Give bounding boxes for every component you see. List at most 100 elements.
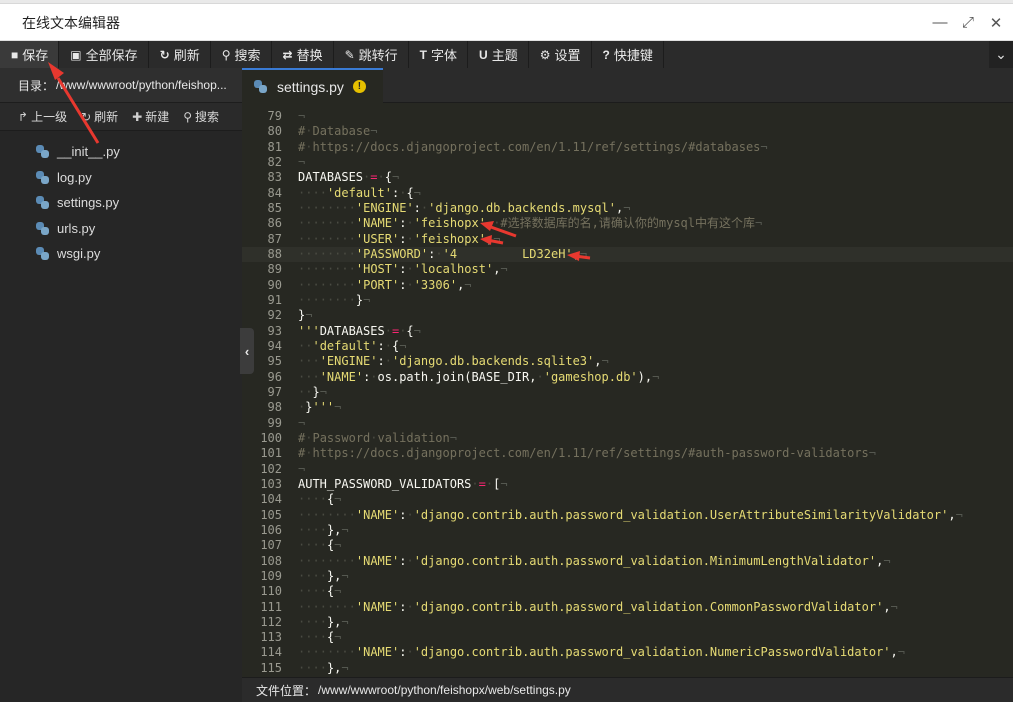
line-text: ········}¬: [298, 292, 371, 307]
line-number: 90: [267, 277, 282, 292]
code-line: 94 ··'default':·{¬: [242, 339, 1013, 354]
line-text: ····},¬: [298, 522, 349, 537]
window-controls: — ⤢ ✕: [929, 4, 1013, 41]
line-text: ····{¬: [298, 584, 342, 599]
sidebar-tool-up-level[interactable]: ↱ 上一级: [18, 108, 67, 125]
line-text: ········'PORT':·'3306',¬: [298, 277, 472, 292]
line-text: ····{¬: [298, 538, 342, 553]
line-number: 110: [260, 584, 282, 599]
replace-icon: ⇄: [282, 47, 293, 62]
code-line: 105 ········'NAME':·'django.contrib.auth.…: [242, 508, 1013, 523]
file-name: log.py: [57, 169, 92, 185]
plus-icon: ✚: [132, 109, 143, 124]
line-number: 82: [267, 154, 282, 169]
directory-path[interactable]: /www/wwwroot/python/feishop...: [56, 78, 227, 92]
font-icon: T: [419, 47, 428, 62]
sidebar-tool-new[interactable]: ✚ 新建: [132, 108, 169, 125]
code-editor[interactable]: 79 ¬ 80 #·Database¬ 81 #·https://docs.djangop…: [242, 103, 1013, 677]
code-line: 115 ····},¬: [242, 661, 1013, 676]
toolbar-button-label: 搜索: [234, 48, 261, 63]
line-text: ·}'''¬: [298, 400, 342, 415]
save-all-icon: ▣: [70, 47, 82, 62]
file-item[interactable]: wsgi.py: [0, 241, 242, 267]
code-line: 79 ¬: [242, 109, 1013, 124]
toolbar-button-goto-line[interactable]: ✎ 跳转行: [334, 41, 409, 68]
code-line: 88 ········'PASSWORD':·'4 LD32eH',¬: [242, 246, 1013, 263]
sidebar-collapse-icon[interactable]: ‹: [240, 328, 254, 374]
line-text: ····'default':·{¬: [298, 185, 421, 200]
minimize-icon[interactable]: —: [929, 12, 951, 34]
directory-bar: 目录： /www/wwwroot/python/feishop...: [0, 68, 242, 103]
line-text: ··'default':·{¬: [298, 338, 407, 353]
line-text: ········'NAME':·'django.contrib.auth.pas…: [298, 599, 898, 614]
toolbar-button-save[interactable]: ■ 保存: [0, 41, 60, 68]
python-file-icon: [36, 196, 49, 210]
code-line: 82 ¬: [242, 155, 1013, 170]
sidebar-tool-search[interactable]: ⚲ 搜索: [183, 108, 219, 125]
tab-settings-py[interactable]: settings.py !: [242, 68, 383, 103]
line-number: 102: [260, 461, 282, 476]
chevron-down-icon[interactable]: ⌄: [989, 41, 1013, 68]
toolbar-button-search[interactable]: ⚲ 搜索: [211, 41, 272, 68]
file-item[interactable]: settings.py: [0, 190, 242, 216]
line-number: 80: [267, 124, 282, 139]
toolbar-button-label: 设置: [554, 48, 581, 63]
line-number: 86: [267, 216, 282, 231]
line-text: ········'ENGINE':·'django.db.backends.my…: [298, 200, 631, 215]
line-number: 114: [260, 645, 282, 660]
file-name: urls.py: [57, 220, 96, 236]
arrow-up-icon: ↱: [18, 109, 29, 124]
code-line: 83 DATABASES·=·{¬: [242, 170, 1013, 185]
line-text: DATABASES·=·{¬: [298, 170, 400, 185]
toolbar-button-gear[interactable]: ⚙ 设置: [529, 41, 592, 68]
search-icon: ⚲: [221, 47, 231, 62]
line-text: ····{¬: [298, 630, 342, 645]
code-area[interactable]: 79 ¬ 80 #·Database¬ 81 #·https://docs.djangop…: [242, 109, 1013, 676]
search-icon: ⚲: [183, 109, 193, 124]
toolbar-button-font[interactable]: T 字体: [409, 41, 469, 68]
toolbar-button-refresh[interactable]: ↻ 刷新: [149, 41, 211, 68]
code-line: 87 ········'USER':·'feishopx',¬: [242, 232, 1013, 247]
file-list: __init__.py log.py settings.py urls.py wsgi.…: [0, 131, 242, 267]
editor-tabbar: settings.py !: [242, 68, 1013, 103]
line-text: ··}¬: [298, 384, 327, 399]
toolbar-button-label: 替换: [296, 48, 323, 63]
line-text: ····{¬: [298, 492, 342, 507]
line-text: ····},¬: [298, 614, 349, 629]
window-titlebar: 在线文本编辑器 — ⤢ ✕: [0, 4, 1013, 41]
line-number: 113: [260, 630, 282, 645]
line-number: 111: [260, 599, 282, 614]
code-line: 90 ········'PORT':·'3306',¬: [242, 278, 1013, 293]
editor-toolbar: ■ 保存 ▣ 全部保存 ↻ 刷新 ⚲ 搜索 ⇄ 替换 ✎ 跳转行 T 字体 U 主题 ⚙ 设置? 快捷键 ⌄: [0, 41, 1013, 68]
save-icon: ■: [11, 47, 19, 62]
toolbar-button-save-all[interactable]: ▣ 全部保存: [59, 41, 149, 68]
python-file-icon: [36, 247, 49, 261]
file-item[interactable]: urls.py: [0, 216, 242, 242]
toolbar-button-theme[interactable]: U 主题: [468, 41, 529, 68]
line-text: ········'NAME':·'django.contrib.auth.pas…: [298, 645, 905, 660]
code-line: 80 #·Database¬: [242, 124, 1013, 139]
line-text: '''DATABASES·=·{¬: [298, 323, 421, 338]
code-line: 111 ········'NAME':·'django.contrib.auth.…: [242, 600, 1013, 615]
toolbar-button-help[interactable]: ? 快捷键: [592, 41, 664, 68]
sidebar-tool-label: 上一级: [31, 110, 68, 124]
line-number: 112: [260, 614, 282, 629]
line-text: }¬: [298, 308, 313, 323]
file-item[interactable]: __init__.py: [0, 139, 242, 165]
code-line: 112 ····},¬: [242, 615, 1013, 630]
line-number: 91: [267, 292, 282, 307]
line-text: #·Password·validation¬: [298, 430, 457, 445]
line-number: 88: [267, 246, 282, 261]
line-text: ····},¬: [298, 568, 349, 583]
close-icon[interactable]: ✕: [985, 12, 1007, 34]
maximize-icon[interactable]: ⤢: [957, 12, 979, 34]
toolbar-button-replace[interactable]: ⇄ 替换: [272, 41, 334, 68]
code-line: 109 ····},¬: [242, 569, 1013, 584]
code-line: 114 ········'NAME':·'django.contrib.auth.…: [242, 645, 1013, 660]
line-text: ········'USER':·'feishopx',¬: [298, 231, 501, 246]
file-location-label: 文件位置：: [256, 683, 317, 698]
line-number: 84: [267, 185, 282, 200]
sidebar-tool-refresh[interactable]: ↻ 刷新: [81, 108, 118, 125]
file-item[interactable]: log.py: [0, 165, 242, 191]
code-line: 100 #·Password·validation¬: [242, 431, 1013, 446]
